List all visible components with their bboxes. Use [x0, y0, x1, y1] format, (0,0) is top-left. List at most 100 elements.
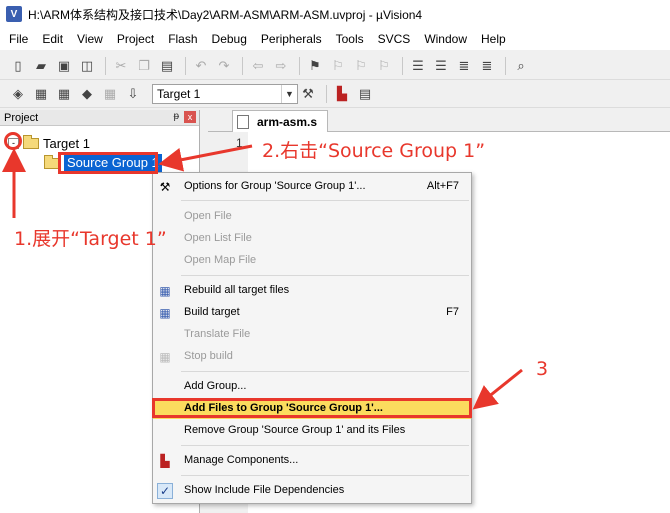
menu-svcs[interactable]: SVCS — [371, 28, 418, 50]
unindent-icon[interactable]: ☰ — [431, 56, 451, 76]
close-icon[interactable]: x — [184, 111, 196, 123]
chevron-down-icon[interactable]: ▼ — [281, 84, 297, 103]
undo-icon[interactable]: ↶ — [191, 56, 211, 76]
menu-item-label: Show Include File Dependencies — [184, 484, 345, 496]
editor-tab-strip: arm-asm.s — [208, 110, 670, 132]
new-file-icon[interactable]: ▯ — [8, 56, 28, 76]
target-options-icon[interactable]: ⚒ — [298, 84, 318, 104]
comment-icon[interactable]: ≣ — [454, 56, 474, 76]
menu-help[interactable]: Help — [474, 28, 513, 50]
target-label: Target 1 — [43, 135, 90, 151]
prev-bookmark-icon[interactable]: ⚐ — [328, 56, 348, 76]
menu-item-open-list-file[interactable]: Open List File — [153, 229, 471, 249]
select-packs-icon[interactable]: ▤ — [355, 84, 375, 104]
menu-item-shortcut: F7 — [446, 306, 459, 318]
menu-flash[interactable]: Flash — [161, 28, 204, 50]
window-title: H:\ARM体系结构及接口技术\Day2\ARM-ASM\ARM-ASM.uvp… — [28, 7, 423, 22]
menu-item-remove-group[interactable]: Remove Group 'Source Group 1' and its Fi… — [153, 421, 471, 441]
stop-build-icon: ▦ — [159, 350, 171, 364]
menu-view[interactable]: View — [70, 28, 110, 50]
menu-separator — [181, 200, 469, 201]
menu-item-label: Add Group... — [184, 380, 247, 392]
toolbar-separator — [505, 56, 506, 75]
pin-icon[interactable]: ᵽ — [173, 111, 179, 122]
menu-item-label: Manage Components... — [184, 454, 299, 466]
menu-item-stop-build[interactable]: ▦ Stop build — [153, 347, 471, 367]
standard-toolbar: ▯ ▰ ▣ ◫ ✂ ❐ ▤ ↶ ↷ ⇦ ⇨ ⚑ ⚐ ⚐ ⚐ ☰ ☰ ≣ ≣ ⌕ — [0, 52, 670, 80]
menu-bar: File Edit View Project Flash Debug Perip… — [0, 28, 670, 50]
menu-item-shortcut: Alt+F7 — [426, 180, 459, 192]
indent-icon[interactable]: ☰ — [408, 56, 428, 76]
annotation-step2: 2.右击“Source Group 1” — [262, 140, 486, 162]
build-icon: ▦ — [159, 306, 171, 320]
menu-peripherals[interactable]: Peripherals — [254, 28, 329, 50]
toolbar-separator — [326, 84, 327, 103]
folder-icon — [23, 134, 39, 149]
next-bookmark-icon[interactable]: ⚐ — [351, 56, 371, 76]
bookmark-icon[interactable]: ⚑ — [305, 56, 325, 76]
project-panel-header: Project ᵽ x — [0, 110, 199, 126]
uncomment-icon[interactable]: ≣ — [477, 56, 497, 76]
menu-item-label: Open List File — [184, 232, 252, 244]
menu-item-build-target[interactable]: ▦ Build target F7 — [153, 303, 471, 323]
menu-item-options-for-group[interactable]: ⚒ Options for Group 'Source Group 1'... … — [153, 177, 471, 197]
paste-icon[interactable]: ▤ — [157, 56, 177, 76]
menu-item-label: Stop build — [184, 350, 233, 362]
menu-project[interactable]: Project — [110, 28, 161, 50]
menu-item-add-group[interactable]: Add Group... — [153, 377, 471, 397]
menu-item-show-include-deps[interactable]: ✓ Show Include File Dependencies — [153, 481, 471, 501]
menu-item-manage-components[interactable]: ▙ Manage Components... — [153, 451, 471, 471]
menu-item-label: Translate File — [184, 328, 251, 340]
menu-tools[interactable]: Tools — [329, 28, 371, 50]
menu-separator — [181, 475, 469, 476]
rebuild-icon[interactable]: ▦ — [54, 84, 74, 104]
find-in-files-icon[interactable]: ⌕ — [511, 56, 531, 76]
menu-item-open-file[interactable]: Open File — [153, 207, 471, 227]
toolbar-separator — [402, 56, 403, 75]
stop-build-icon[interactable]: ▦ — [100, 84, 120, 104]
clear-bookmarks-icon[interactable]: ⚐ — [374, 56, 394, 76]
menu-item-label: Build target — [184, 306, 240, 318]
download-icon[interactable]: ⇩ — [123, 84, 143, 104]
annotation-step1: 1.展开“Target 1” — [14, 228, 167, 250]
menu-item-translate-file[interactable]: Translate File — [153, 325, 471, 345]
tab-arm-asm[interactable]: arm-asm.s — [232, 110, 328, 132]
check-box: ✓ — [157, 483, 173, 499]
annotation-box-source-group — [58, 152, 158, 174]
menu-edit[interactable]: Edit — [35, 28, 70, 50]
translate-icon[interactable]: ◈ — [8, 84, 28, 104]
batch-build-icon[interactable]: ◆ — [77, 84, 97, 104]
menu-debug[interactable]: Debug — [205, 28, 254, 50]
redo-icon[interactable]: ↷ — [214, 56, 234, 76]
target-select[interactable]: Target 1 ▼ — [152, 83, 298, 104]
checkmark-icon: ✓ — [157, 483, 173, 499]
cut-icon[interactable]: ✂ — [111, 56, 131, 76]
rebuild-icon: ▦ — [159, 284, 171, 298]
save-all-icon[interactable]: ◫ — [77, 56, 97, 76]
open-folder-icon[interactable]: ▰ — [31, 56, 51, 76]
build-toolbar: ◈ ▦ ▦ ◆ ▦ ⇩ Target 1 ▼ ⚒ ▙ ▤ — [0, 80, 670, 108]
toolbar-separator — [185, 56, 186, 75]
title-bar: V H:\ARM体系结构及接口技术\Day2\ARM-ASM\ARM-ASM.u… — [0, 0, 670, 28]
menu-item-open-map-file[interactable]: Open Map File — [153, 251, 471, 271]
tab-label: arm-asm.s — [257, 114, 318, 129]
save-icon[interactable]: ▣ — [54, 56, 74, 76]
menu-item-rebuild-all[interactable]: ▦ Rebuild all target files — [153, 281, 471, 301]
components-icon: ▙ — [160, 454, 170, 468]
menu-file[interactable]: File — [2, 28, 35, 50]
manage-components-icon[interactable]: ▙ — [332, 84, 352, 104]
file-icon — [237, 114, 249, 129]
menu-separator — [181, 371, 469, 372]
nav-back-icon[interactable]: ⇦ — [248, 56, 268, 76]
nav-forward-icon[interactable]: ⇨ — [271, 56, 291, 76]
toolbar-separator — [105, 56, 106, 75]
uvision-icon: V — [6, 6, 22, 22]
build-icon[interactable]: ▦ — [31, 84, 51, 104]
menu-item-label: Remove Group 'Source Group 1' and its Fi… — [184, 424, 406, 436]
menu-window[interactable]: Window — [417, 28, 474, 50]
menu-item-label: Open Map File — [184, 254, 257, 266]
annotation-box-add-files — [152, 398, 472, 418]
project-panel-title: Project — [4, 111, 39, 124]
copy-icon[interactable]: ❐ — [134, 56, 154, 76]
context-menu: ⚒ Options for Group 'Source Group 1'... … — [152, 172, 472, 504]
